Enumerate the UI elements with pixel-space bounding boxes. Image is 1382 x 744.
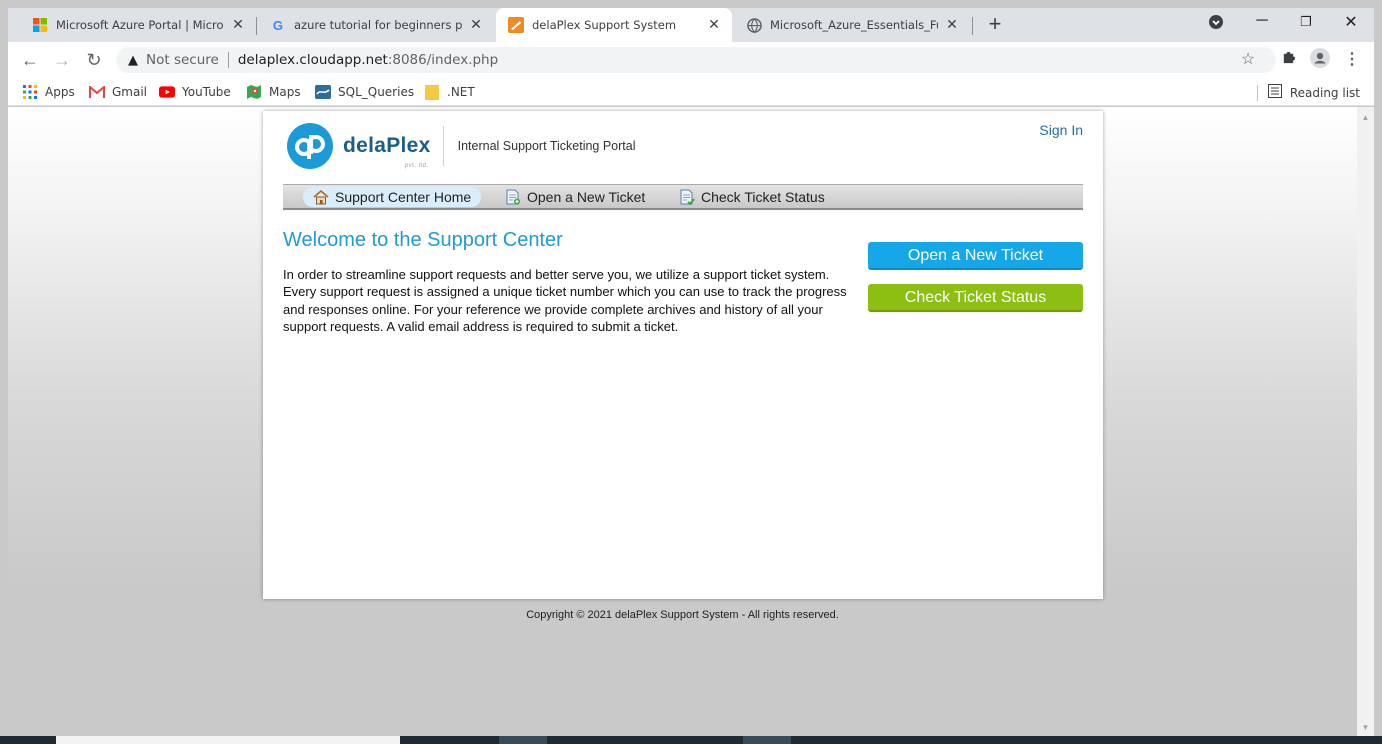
os-taskbar (0, 736, 1382, 744)
profile-avatar-icon[interactable] (1308, 48, 1332, 72)
page-title: Welcome to the Support Center (283, 229, 563, 251)
portal-nav-bar: Support Center Home Open a New Ticket Ch… (283, 184, 1083, 210)
reading-list-button[interactable]: Reading list (1256, 84, 1360, 101)
tab-azure-essentials[interactable]: Microsoft_Azure_Essentials_Fund ✕ (734, 8, 970, 42)
bookmark-label: SQL_Queries (338, 85, 415, 99)
bookmark-dotnet-folder[interactable]: .NET (424, 84, 475, 100)
close-icon[interactable]: ✕ (706, 17, 722, 33)
nav-label: Support Center Home (335, 189, 472, 205)
delaplex-logo-icon (287, 123, 333, 169)
extensions-puzzle-icon[interactable] (1276, 48, 1300, 72)
bookmark-label: YouTube (182, 85, 231, 99)
copyright-footer: Copyright © 2021 delaPlex Support System… (526, 609, 839, 621)
bookmarks-divider (1256, 84, 1258, 101)
open-new-ticket-button[interactable]: Open a New Ticket (868, 242, 1083, 270)
nav-support-center-home[interactable]: Support Center Home (303, 187, 482, 207)
nav-label: Open a New Ticket (527, 189, 646, 205)
close-window-icon[interactable]: ✕ (1339, 12, 1363, 32)
tab-divider (256, 17, 257, 35)
warning-triangle-icon: ▲ (128, 52, 138, 68)
reading-list-label: Reading list (1289, 85, 1360, 100)
svg-text:G: G (272, 18, 282, 33)
page-viewport: delaPlex pvt. ltd. Internal Support Tick… (8, 107, 1357, 736)
new-ticket-icon (505, 189, 521, 205)
portal-header: delaPlex pvt. ltd. Internal Support Tick… (283, 119, 1083, 183)
browser-toolbar: ← → ↻ ▲ Not secure delaplex.cloudapp.net… (8, 42, 1374, 78)
microsoft-logo-icon (32, 17, 48, 33)
taskbar-app-button[interactable] (499, 736, 547, 744)
tab-azure-portal[interactable]: Microsoft Azure Portal | Microsof ✕ (20, 8, 256, 42)
address-divider (227, 52, 229, 68)
taskbar-search-box[interactable] (56, 736, 400, 744)
close-icon[interactable]: ✕ (468, 17, 484, 33)
portal-tagline: Internal Support Ticketing Portal (457, 139, 636, 153)
home-icon (313, 189, 329, 205)
back-arrow-icon[interactable]: ← (18, 48, 42, 72)
tab-title: Microsoft Azure Portal | Microsof (56, 18, 224, 32)
bookmark-label: Maps (269, 85, 301, 99)
tab-title: azure tutorial for beginners pdf - (294, 18, 462, 32)
bookmark-sql-queries[interactable]: SQL_Queries (315, 84, 414, 100)
scroll-down-arrow-icon[interactable]: ▼ (1357, 723, 1374, 732)
brand-name: delaPlex pvt. ltd. (343, 134, 431, 169)
bookmark-maps[interactable]: Maps (246, 84, 301, 100)
close-icon[interactable]: ✕ (230, 17, 246, 33)
security-label: Not secure (146, 52, 219, 68)
restore-icon[interactable]: ❐ (1294, 14, 1318, 30)
bookmark-label: Apps (45, 85, 75, 99)
scroll-up-arrow-icon[interactable]: ▲ (1357, 113, 1374, 122)
reload-icon[interactable]: ↻ (82, 48, 106, 72)
brand-text: delaPlex (343, 134, 431, 157)
gmail-icon (89, 84, 105, 100)
osticket-icon (508, 17, 524, 33)
bookmark-label: Gmail (112, 85, 148, 99)
tab-delaplex-support[interactable]: delaPlex Support System ✕ (496, 8, 732, 42)
google-logo-icon: G (270, 17, 286, 33)
support-portal-container: delaPlex pvt. ltd. Internal Support Tick… (263, 111, 1103, 599)
bookmark-gmail[interactable]: Gmail (89, 84, 147, 100)
address-bar[interactable]: ▲ Not secure delaplex.cloudapp.net:8086/… (116, 47, 1276, 73)
nav-check-ticket-status[interactable]: Check Ticket Status (669, 187, 835, 207)
tab-google-search[interactable]: G azure tutorial for beginners pdf - ✕ (258, 8, 494, 42)
youtube-icon (159, 84, 175, 100)
tab-title: delaPlex Support System (532, 18, 677, 32)
apps-grid-icon (22, 84, 38, 100)
forward-arrow-icon[interactable]: → (50, 48, 74, 72)
tab-divider (972, 17, 973, 35)
sql-bookmark-icon (315, 84, 331, 100)
bookmarks-bar: Apps Gmail YouTube Maps SQL_Queries .NET (8, 78, 1374, 106)
kebab-menu-icon[interactable]: ⋮ (1340, 48, 1364, 72)
brand-subtext: pvt. ltd. (404, 163, 429, 169)
close-icon[interactable]: ✕ (944, 17, 960, 33)
bookmark-apps[interactable]: Apps (22, 84, 75, 100)
globe-icon (746, 17, 762, 33)
url-host: delaplex.cloudapp.net (237, 52, 388, 68)
page-scrollbar[interactable]: ▲ ▼ (1357, 107, 1374, 736)
maps-icon (246, 84, 262, 100)
logo-divider (442, 126, 444, 166)
minimize-icon[interactable]: ─ (1250, 12, 1274, 30)
tab-strip: Microsoft Azure Portal | Microsof ✕ G az… (8, 8, 1374, 42)
intro-paragraph: In order to streamline support requests … (283, 267, 847, 334)
delaplex-logo[interactable]: delaPlex pvt. ltd. Internal Support Tick… (287, 123, 636, 169)
ticket-status-icon (679, 189, 695, 206)
nav-label: Check Ticket Status (701, 189, 825, 205)
nav-open-new-ticket[interactable]: Open a New Ticket (495, 187, 655, 207)
sign-in-link[interactable]: Sign In (1039, 122, 1083, 138)
folder-icon (424, 84, 440, 100)
bookmark-youtube[interactable]: YouTube (159, 84, 231, 100)
tab-search-icon[interactable] (1204, 14, 1228, 35)
new-tab-button[interactable]: + (983, 13, 1007, 37)
bookmark-label: .NET (447, 85, 475, 99)
tab-title: Microsoft_Azure_Essentials_Fund (770, 18, 938, 32)
taskbar-app-button[interactable] (743, 736, 791, 744)
bookmark-star-icon[interactable]: ☆ (1236, 48, 1260, 72)
reading-list-icon (1267, 84, 1282, 101)
check-ticket-status-button[interactable]: Check Ticket Status (868, 284, 1083, 312)
url-path: :8086/index.php (387, 52, 499, 68)
